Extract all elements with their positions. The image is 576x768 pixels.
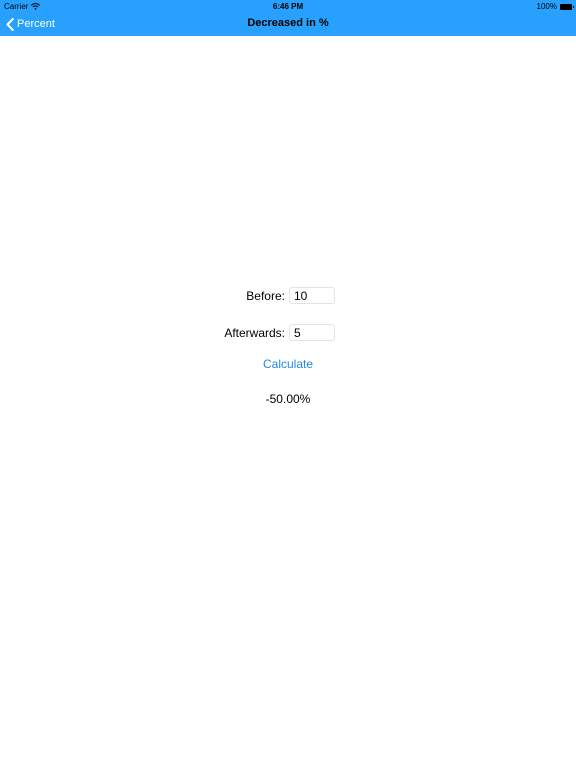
page-title: Decreased in % [247, 17, 329, 29]
before-input[interactable] [289, 287, 335, 304]
calculate-button[interactable]: Calculate [0, 357, 576, 371]
result-label: -50.00% [265, 392, 311, 406]
battery-group: 100% [536, 2, 574, 11]
status-time: 6:46 PM [272, 2, 304, 11]
afterwards-label: Afterwards: [224, 326, 285, 340]
top-bar: Carrier 6:46 PM 100% Percent Decreased i… [0, 0, 576, 36]
before-label: Before: [246, 289, 285, 303]
status-bar: Carrier 6:46 PM 100% [0, 0, 576, 12]
afterwards-input[interactable] [289, 324, 335, 341]
app-screen: Carrier 6:46 PM 100% Percent Decreased i… [0, 0, 576, 768]
battery-icon [560, 3, 574, 10]
navigation-bar: Percent Decreased in % [0, 12, 576, 36]
battery-percent: 100% [536, 2, 557, 11]
before-row: Before: [0, 287, 576, 305]
afterwards-row: Afterwards: [0, 324, 576, 342]
